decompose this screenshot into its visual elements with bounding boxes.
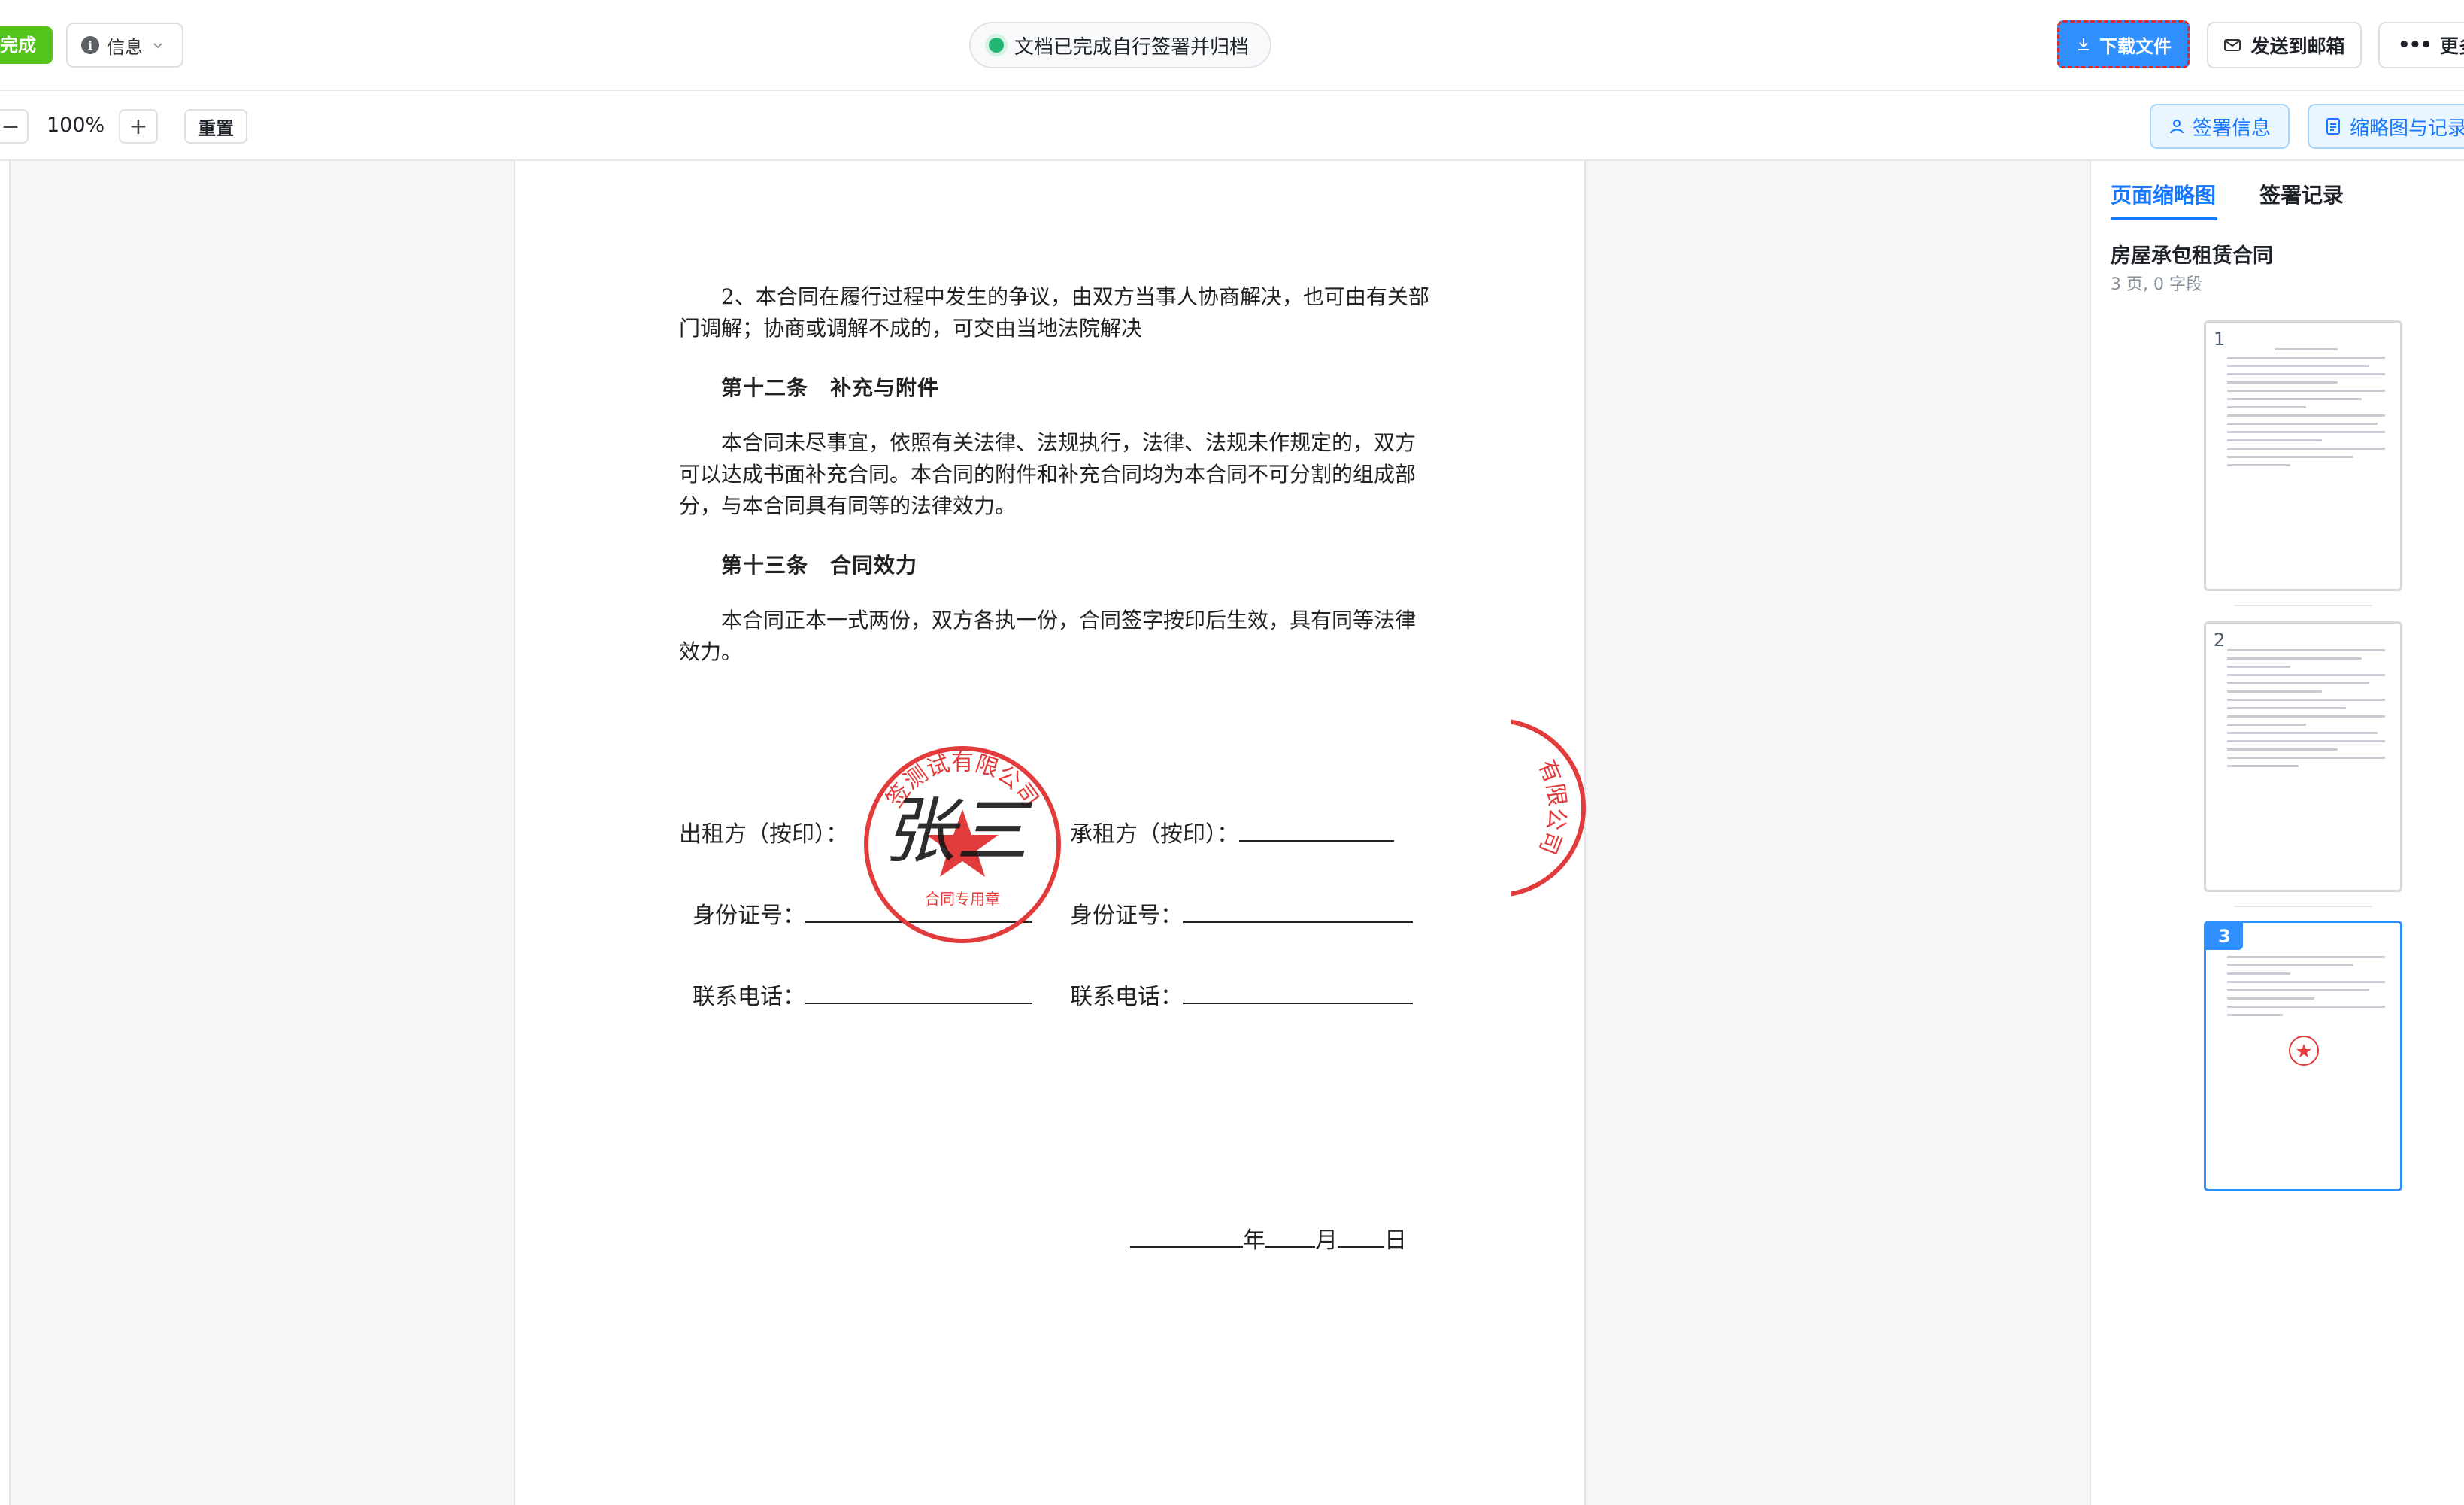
- active-tab-indicator: [2111, 217, 2217, 220]
- month-blank: [1265, 1225, 1315, 1248]
- thumb-page-number: 1: [2214, 329, 2226, 350]
- page-thumbnail-2[interactable]: 2: [2204, 621, 2402, 892]
- lessee-blank: [1239, 819, 1394, 842]
- id-label-right: 身份证号：: [1070, 903, 1183, 929]
- download-icon: [2078, 38, 2089, 50]
- email-label: 发送到邮箱: [2250, 35, 2345, 57]
- id-line-right: 身份证号：: [1070, 897, 1413, 930]
- thumb-content: [2227, 649, 2385, 773]
- phone-label-left: 联系电话：: [693, 984, 805, 1010]
- phone-label-right: 联系电话：: [1070, 984, 1183, 1010]
- phone-blank-right: [1183, 982, 1413, 1004]
- article-13-heading: 第十三条 合同效力: [721, 553, 918, 578]
- thumb-separator: [2234, 906, 2372, 907]
- page-thumbnail-1[interactable]: 1: [2204, 320, 2402, 591]
- reset-zoom-button[interactable]: 重置: [184, 109, 247, 144]
- edge-seal-text: 有限公司: [1533, 756, 1571, 858]
- panel-doc-title: 房屋承包租赁合同: [2111, 244, 2273, 268]
- id-label-left: 身份证号：: [693, 903, 805, 929]
- year-blank: [1130, 1225, 1243, 1248]
- dispute-paragraph: 2、本合同在履行过程中发生的争议，由双方当事人协商解决，也可由有关部门调解；协商…: [679, 284, 1429, 341]
- chevron-down-icon: [153, 43, 162, 49]
- user-icon: [2169, 120, 2184, 134]
- mail-icon: [2224, 39, 2241, 51]
- more-button[interactable]: ••• 更多: [2378, 22, 2464, 68]
- send-email-button[interactable]: 发送到邮箱: [2207, 22, 2362, 68]
- thumb-page-number: 2: [2214, 630, 2226, 651]
- date-year: 年: [1243, 1227, 1265, 1254]
- document-icon: [2326, 118, 2340, 135]
- company-seal[interactable]: 签测试有限公司 合同专用章 张三: [861, 743, 1064, 946]
- thumb-content: [2227, 956, 2385, 1022]
- download-label: 下载文件: [2099, 35, 2172, 57]
- thumbnails-records-button[interactable]: 缩略图与记录: [2308, 104, 2464, 149]
- lessor-line: 出租方（按印）：: [679, 815, 848, 848]
- info-dropdown-button[interactable]: i 信息: [66, 23, 183, 68]
- left-gutter: [0, 161, 11, 1505]
- date-day: 日: [1384, 1227, 1407, 1254]
- phone-line-right: 联系电话：: [1070, 978, 1413, 1011]
- supplement-paragraph: 本合同未尽事宜，依照有关法律、法规执行，法律、法规未作规定的，双方可以达成书面补…: [679, 430, 1417, 518]
- thumb-page-number: 3: [2206, 923, 2243, 950]
- info-icon: i: [81, 36, 99, 54]
- lessor-label: 出租方（按印）：: [679, 821, 848, 848]
- more-label: 更多: [2439, 35, 2464, 57]
- sign-info-button[interactable]: 签署信息: [2150, 104, 2290, 149]
- done-badge: 完成: [0, 26, 53, 64]
- lessee-line: 承租方（按印）：: [1070, 815, 1394, 848]
- seal-subtext: 合同专用章: [925, 890, 1000, 908]
- right-panel: 页面缩略图 签署记录 房屋承包租赁合同 3 页, 0 字段 1 2 3: [2090, 161, 2464, 1505]
- tab-page-thumbnails[interactable]: 页面缩略图: [2111, 179, 2216, 209]
- sign-info-label: 签署信息: [2192, 117, 2271, 140]
- panel-doc-meta: 3 页, 0 字段: [2111, 275, 2202, 294]
- zoom-in-button[interactable]: +: [119, 109, 158, 144]
- phone-blank-left: [805, 982, 1032, 1004]
- date-month: 月: [1315, 1227, 1338, 1254]
- info-label: 信息: [107, 36, 143, 58]
- zoom-toolbar: − 100% + 重置 签署信息 缩略图与记录: [0, 91, 2464, 161]
- tab-sign-records[interactable]: 签署记录: [2259, 179, 2344, 209]
- thumb-content: [2227, 348, 2385, 472]
- download-file-button[interactable]: 下载文件: [2057, 20, 2190, 68]
- more-dots-icon: •••: [2398, 34, 2432, 56]
- lessee-label: 承租方（按印）：: [1070, 821, 1239, 848]
- zoom-level: 100%: [47, 114, 105, 137]
- status-text: 文档已完成自行签署并归档: [1014, 35, 1250, 59]
- zoom-out-button[interactable]: −: [0, 109, 29, 144]
- handwritten-signature: 张三: [883, 789, 1033, 873]
- article-12-heading: 第十二条 补充与附件: [721, 375, 940, 400]
- partial-seal-edge: 有限公司: [1511, 719, 1586, 897]
- id-blank-right: [1183, 900, 1413, 923]
- effect-paragraph: 本合同正本一式两份，双方各执一份，合同签字按印后生效，具有同等法律效力。: [679, 608, 1417, 664]
- date-line: 年月日: [1130, 1221, 1407, 1255]
- document-page: 2、本合同在履行过程中发生的争议，由双方当事人协商解决，也可由有关部门调解；协商…: [514, 161, 1586, 1505]
- top-bar: 完成 i 信息 文档已完成自行签署并归档 下载文件 发送到邮箱 ••• 更多: [0, 0, 2464, 91]
- phone-line-left: 联系电话：: [693, 978, 1032, 1011]
- thumb-records-label: 缩略图与记录: [2350, 117, 2464, 140]
- thumb-seal-icon: [2289, 1036, 2319, 1066]
- thumb-separator: [2234, 605, 2372, 606]
- status-dot-icon: [989, 38, 1004, 53]
- page-thumbnail-3[interactable]: 3: [2204, 921, 2402, 1191]
- status-pill: 文档已完成自行签署并归档: [969, 22, 1271, 68]
- day-blank: [1338, 1225, 1384, 1248]
